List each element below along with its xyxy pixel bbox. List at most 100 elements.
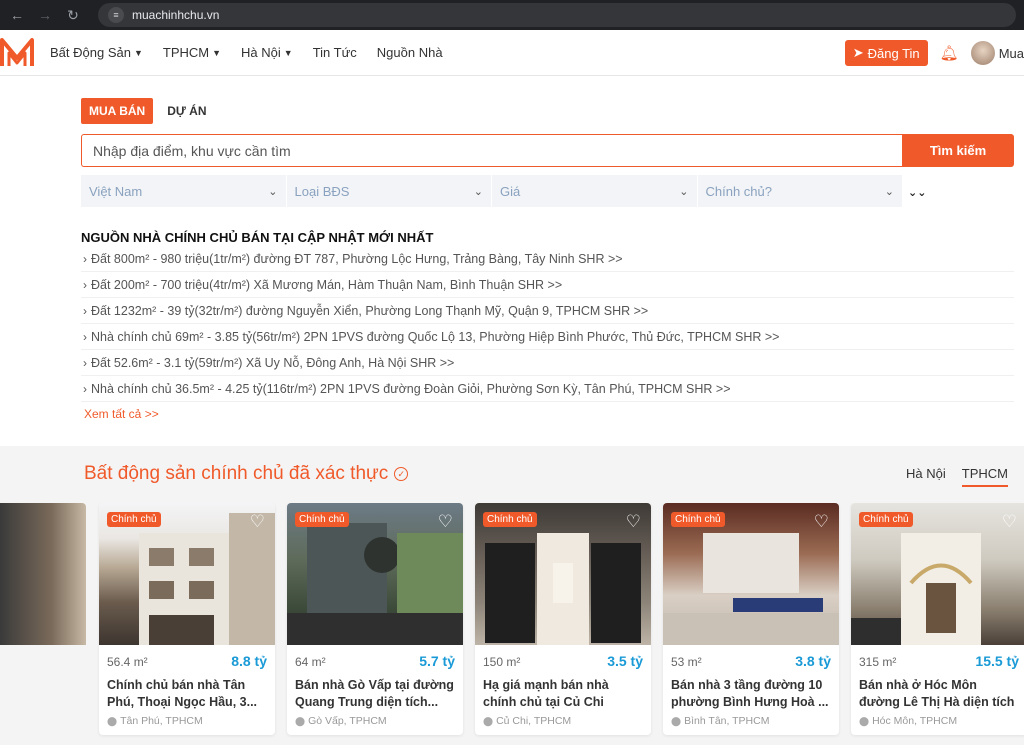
owner-badge: Chính chủ bbox=[859, 512, 913, 527]
listing-card[interactable]: Chính chủ ♡ 64 m² 5.7 tỷ Bán nhà Gò Vấp … bbox=[287, 503, 463, 735]
listing-area: 64 m² bbox=[295, 655, 326, 669]
listing-area: 53 m² bbox=[671, 655, 702, 669]
browser-toolbar: ← → ↻ ≡ muachinhchu.vn bbox=[0, 0, 1024, 30]
chevron-down-icon: ⌄ bbox=[473, 185, 483, 198]
search-button[interactable]: Tìm kiếm bbox=[902, 134, 1014, 167]
forward-icon[interactable]: → bbox=[36, 7, 54, 23]
reload-icon[interactable]: ↻ bbox=[64, 7, 82, 24]
latest-listings: › Đất 800m² - 980 triệu(1tr/m²) đường ĐT … bbox=[81, 246, 1014, 402]
tab-du-an[interactable]: DỰ ÁN bbox=[159, 98, 214, 124]
site-logo[interactable] bbox=[0, 36, 34, 70]
menu-item-nguon-nha[interactable]: Nguồn Nhà bbox=[377, 45, 443, 60]
listing-photo: Chính chủ ♡ bbox=[851, 503, 1024, 645]
heart-icon[interactable]: ♡ bbox=[438, 513, 453, 530]
listing-card[interactable]: Chính chủ ♡ 53 m² 3.8 tỷ Bán nhà 3 tầng … bbox=[663, 503, 839, 735]
filter-bar: Việt Nam ⌄ Loại BĐS ⌄ Giá ⌄ Chính chủ? ⌄ bbox=[81, 175, 903, 207]
filter-owner[interactable]: Chính chủ? ⌄ bbox=[698, 175, 903, 207]
post-listing-button[interactable]: ➤ Đăng Tin bbox=[844, 40, 928, 66]
menu-item-bat-dong-san[interactable]: Bất Động Sản ▼ bbox=[50, 45, 143, 60]
back-icon[interactable]: ← bbox=[8, 7, 26, 23]
owner-badge: Chính chủ bbox=[671, 512, 725, 527]
listing-area: 56.4 m² bbox=[107, 655, 148, 669]
owner-badge: Chính chủ bbox=[107, 512, 161, 527]
menu-item-tphcm[interactable]: TPHCM ▼ bbox=[163, 45, 221, 60]
user-menu[interactable]: Mua bbox=[970, 41, 1024, 65]
site-info-icon[interactable]: ≡ bbox=[108, 7, 124, 23]
heart-icon[interactable]: ♡ bbox=[250, 513, 265, 530]
address-bar[interactable]: ≡ muachinhchu.vn bbox=[98, 3, 1016, 27]
search-section: MUA BÁN DỰ ÁN Nhập địa điểm, khu vực cần… bbox=[0, 76, 1024, 446]
chevron-right-icon: › bbox=[83, 381, 87, 396]
location-pin-icon: ⬤ bbox=[671, 715, 682, 726]
tab-ha-noi[interactable]: Hà Nội bbox=[906, 466, 946, 487]
listing-price: 15.5 tỷ bbox=[975, 653, 1019, 669]
location-pin-icon: ⬤ bbox=[483, 715, 494, 726]
location-pin-icon: ⬤ bbox=[859, 715, 870, 726]
search-tabs: MUA BÁN DỰ ÁN bbox=[81, 98, 215, 124]
filter-price[interactable]: Giá ⌄ bbox=[492, 175, 698, 207]
header-actions: ➤ Đăng Tin 🔔︎ Mua bbox=[844, 30, 1024, 76]
chevron-down-icon: ⌄ bbox=[884, 185, 894, 198]
chevron-down-icon: ▼ bbox=[283, 47, 293, 58]
listing-price: 3.8 tỷ bbox=[795, 653, 831, 669]
filter-property-type[interactable]: Loại BĐS ⌄ bbox=[287, 175, 492, 207]
chevron-right-icon: › bbox=[83, 251, 87, 266]
chevron-right-icon: › bbox=[83, 277, 87, 292]
heart-icon[interactable]: ♡ bbox=[1002, 513, 1017, 530]
menu-item-ha-noi[interactable]: Hà Nội ▼ bbox=[241, 45, 293, 60]
listing-title: Hạ giá mạnh bán nhà chính chủ tại Củ Chi… bbox=[483, 678, 609, 709]
latest-listings-title: NGUỒN NHÀ CHÍNH CHỦ BÁN TẠI CẬP NHẬT MỚI… bbox=[81, 230, 434, 245]
chevron-down-icon: ▼ bbox=[212, 47, 222, 58]
listing-title: Bán nhà Gò Vấp tại đường Quang Trung diệ… bbox=[295, 678, 454, 709]
listing-area: 150 m² bbox=[483, 655, 521, 669]
chevron-down-icon: ⌄ bbox=[268, 185, 278, 198]
see-all-link[interactable]: Xem tất cả >> bbox=[84, 407, 159, 421]
location-pin-icon: ⬤ bbox=[107, 715, 118, 726]
main-menu: Bất Động Sản ▼ TPHCM ▼ Hà Nội ▼ Tin Tức Ngu… bbox=[50, 45, 443, 60]
send-icon: ➤ bbox=[852, 45, 864, 60]
listing-title: Chính chủ bán nhà Tân Phú, Thoại Ngọc Hầ… bbox=[107, 678, 258, 709]
menu-item-tin-tuc[interactable]: Tin Tức bbox=[313, 45, 357, 60]
chevron-right-icon: › bbox=[83, 355, 87, 370]
listing-title: Bán nhà ở Hóc Môn đường Lê Thị Hà diện t… bbox=[859, 678, 1015, 709]
listing-photo: Chính chủ ♡ bbox=[287, 503, 463, 645]
listing-title: Bán nhà 3 tầng đường 10 phường Bình Hưng… bbox=[671, 678, 829, 709]
listing-area: 315 m² bbox=[859, 655, 897, 669]
listing-photo: Chính chủ ♡ bbox=[99, 503, 275, 645]
list-item[interactable]: › Nhà chính chủ 69m² - 3.85 tỷ(56tr/m²) 2… bbox=[81, 324, 1014, 350]
chevron-down-icon: ⌄ bbox=[679, 185, 689, 198]
list-item[interactable]: › Đất 1232m² - 39 tỷ(32tr/m²) đường Nguyễ… bbox=[81, 298, 1014, 324]
owner-badge: Chính chủ bbox=[295, 512, 349, 527]
bell-icon[interactable]: 🔔︎ bbox=[940, 44, 959, 62]
city-tabs: Hà Nội TPHCM bbox=[906, 466, 1008, 487]
list-item[interactable]: › Nhà chính chủ 36.5m² - 4.25 tỷ(116tr/m²… bbox=[81, 376, 1014, 402]
listing-price: 3.5 tỷ bbox=[607, 653, 643, 669]
listing-location: Gò Vấp, TPHCM bbox=[308, 715, 387, 727]
filter-location[interactable]: Việt Nam ⌄ bbox=[81, 175, 287, 207]
listing-card[interactable]: Chính chủ ♡ 315 m² 15.5 tỷ Bán nhà ở Hóc… bbox=[851, 503, 1024, 735]
url-text: muachinhchu.vn bbox=[132, 8, 220, 22]
verified-listings-section: Bất động sản chính chủ đã xác thực ✓ Hà … bbox=[0, 446, 1024, 745]
listing-price: 5.7 tỷ bbox=[419, 653, 455, 669]
list-item[interactable]: › Đất 52.6m² - 3.1 tỷ(59tr/m²) Xã Uy Nỗ, … bbox=[81, 350, 1014, 376]
listing-photo: Chính chủ ♡ bbox=[663, 503, 839, 645]
chevron-right-icon: › bbox=[83, 329, 87, 344]
heart-icon[interactable]: ♡ bbox=[626, 513, 641, 530]
list-item[interactable]: › Đất 800m² - 980 triệu(1tr/m²) đường ĐT … bbox=[81, 246, 1014, 272]
chevron-down-icon: ▼ bbox=[133, 47, 143, 58]
heart-icon[interactable]: ♡ bbox=[814, 513, 829, 530]
listing-card[interactable]: Chính chủ ♡ 56.4 m² 8.8 tỷ Chính chủ bán… bbox=[99, 503, 275, 735]
tab-tphcm[interactable]: TPHCM bbox=[961, 466, 1008, 487]
search-input[interactable]: Nhập địa điểm, khu vực cần tìm bbox=[81, 134, 902, 167]
tab-mua-ban[interactable]: MUA BÁN bbox=[81, 98, 154, 124]
listing-photo: Chính chủ ♡ bbox=[475, 503, 651, 645]
listing-price: 8.8 tỷ bbox=[231, 653, 267, 669]
listing-carousel: Chính chủ ♡ 56.4 m² 8.8 tỷ Chính chủ bán… bbox=[0, 503, 1024, 739]
list-item[interactable]: › Đất 200m² - 700 triệu(4tr/m²) Xã Mương … bbox=[81, 272, 1014, 298]
listing-location: Hóc Môn, TPHCM bbox=[872, 715, 958, 727]
expand-filters-icon[interactable]: ⌄⌄ bbox=[908, 186, 926, 199]
section-title: Bất động sản chính chủ đã xác thực ✓ bbox=[84, 463, 409, 485]
previous-card-preview[interactable] bbox=[0, 503, 86, 645]
listing-card[interactable]: Chính chủ ♡ 150 m² 3.5 tỷ Hạ giá mạnh bá… bbox=[475, 503, 651, 735]
listing-location: Củ Chi, TPHCM bbox=[496, 715, 572, 727]
